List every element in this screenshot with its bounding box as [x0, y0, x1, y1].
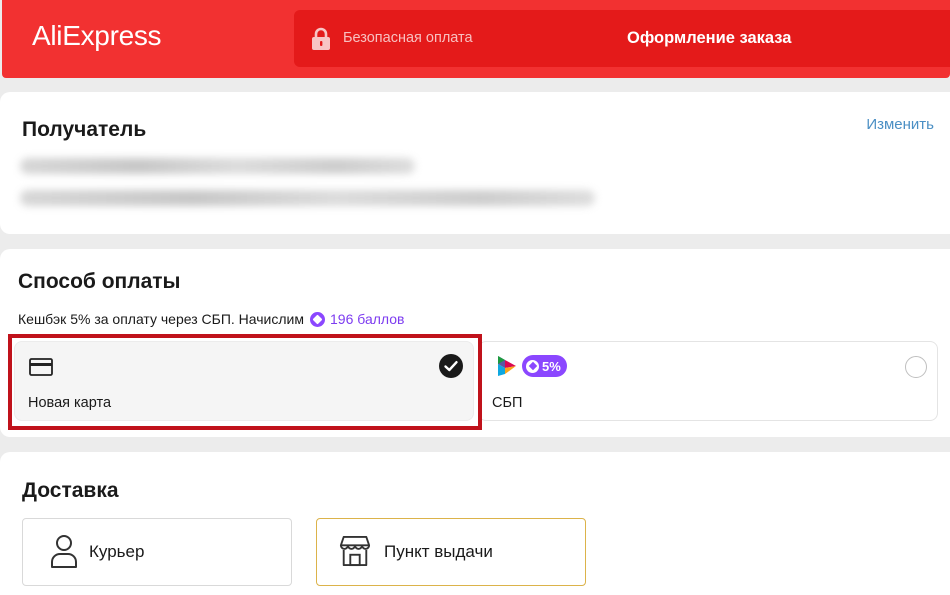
courier-label: Курьер — [89, 542, 145, 561]
payment-title: Способ оплаты — [18, 270, 181, 293]
delivery-section: Доставка Курьер Пункт выдачи — [0, 452, 950, 595]
cashback-note: Кешбэк 5% за оплату через СБП. Начислим … — [18, 311, 404, 327]
secure-payment-label: Безопасная оплата — [343, 30, 473, 46]
recipient-name-blurred — [20, 158, 415, 174]
payment-option-new-card[interactable]: Новая карта — [14, 341, 474, 421]
sbp-logo-icon — [498, 356, 516, 376]
page-title: Оформление заказа — [627, 29, 792, 47]
pickup-label: Пункт выдачи — [384, 542, 493, 561]
selected-check-icon — [439, 354, 463, 378]
lock-icon — [312, 27, 330, 50]
cashback-badge: 5% — [522, 355, 567, 377]
sbp-radio[interactable] — [905, 356, 927, 378]
cashback-text: Кешбэк 5% за оплату через СБП. Начислим — [18, 311, 304, 327]
sbp-label: СБП — [492, 395, 523, 411]
checkout-bar: Безопасная оплата Оформление заказа — [294, 10, 950, 67]
delivery-title: Доставка — [22, 479, 119, 502]
delivery-option-courier[interactable]: Курьер — [22, 518, 292, 586]
aliexpress-logo[interactable]: AliExpress — [32, 20, 162, 52]
payment-section: Способ оплаты Кешбэк 5% за оплату через … — [0, 249, 950, 437]
change-recipient-link[interactable]: Изменить — [866, 116, 934, 133]
points-icon — [526, 359, 539, 373]
delivery-option-pickup[interactable]: Пункт выдачи — [316, 518, 586, 586]
recipient-address-blurred — [20, 190, 595, 206]
person-icon — [51, 535, 77, 568]
new-card-label: Новая карта — [28, 395, 112, 411]
recipient-section: Получатель Изменить — [0, 92, 950, 234]
points-icon — [310, 311, 325, 327]
badge-percent: 5% — [542, 358, 561, 374]
recipient-title: Получатель — [22, 118, 147, 141]
header: AliExpress Безопасная оплата Оформление … — [2, 0, 950, 78]
credit-card-icon — [29, 358, 53, 376]
payment-option-sbp[interactable]: 5% СБП — [478, 341, 938, 421]
points-amount: 196 баллов — [330, 311, 405, 327]
store-icon — [339, 535, 371, 567]
